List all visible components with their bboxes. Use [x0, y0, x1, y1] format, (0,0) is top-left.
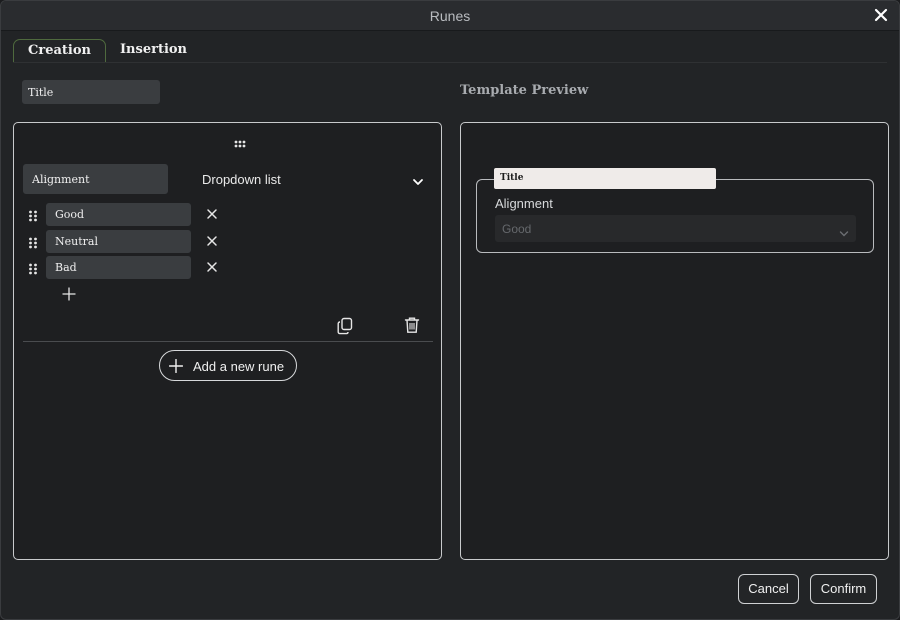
plus-icon [168, 358, 184, 374]
template-preview-panel: Title Alignment Good [460, 122, 889, 560]
option-row [28, 256, 228, 279]
drag-handle-icon[interactable] [234, 140, 246, 148]
window-title: Runes [429, 8, 471, 24]
rune-type-select[interactable]: Dropdown list [197, 164, 429, 194]
close-icon[interactable] [871, 5, 891, 25]
option-input-bad[interactable] [46, 256, 191, 279]
confirm-button[interactable]: Confirm [810, 574, 877, 604]
add-rune-button[interactable]: Add a new rune [159, 350, 297, 381]
preview-dropdown[interactable]: Good [495, 215, 856, 242]
template-preview-heading: Template Preview [460, 83, 589, 98]
preview-fieldset: Title Alignment Good [476, 168, 874, 253]
grip-dots-icon[interactable] [28, 236, 38, 249]
grip-dots-icon[interactable] [28, 262, 38, 275]
preview-dropdown-value: Good [502, 222, 532, 236]
grip-dots-icon[interactable] [28, 209, 38, 222]
add-rune-label: Add a new rune [193, 359, 285, 374]
add-option-icon[interactable] [62, 287, 76, 301]
tab-divider [13, 62, 887, 63]
remove-option-icon[interactable] [205, 260, 219, 274]
option-input-good[interactable] [46, 203, 191, 226]
rune-name-input[interactable] [23, 164, 168, 194]
title-bar: Runes [1, 1, 899, 31]
option-input-neutral[interactable] [46, 230, 191, 253]
remove-option-icon[interactable] [205, 234, 219, 248]
rune-editor-panel: Dropdown list [13, 122, 442, 560]
option-row [28, 203, 228, 226]
rune-divider [23, 341, 433, 342]
chevron-down-icon [839, 225, 849, 237]
remove-option-icon[interactable] [205, 207, 219, 221]
runes-dialog: Runes Creation Insertion Template Previe… [0, 0, 900, 620]
rune-type-value: Dropdown list [202, 172, 281, 187]
preview-title: Title [494, 168, 716, 189]
template-title-input[interactable] [22, 80, 160, 104]
trash-icon[interactable] [404, 316, 420, 334]
cancel-button[interactable]: Cancel [738, 574, 799, 604]
preview-field-label: Alignment [495, 196, 553, 211]
tab-creation[interactable]: Creation [13, 39, 106, 63]
copy-icon[interactable] [337, 317, 353, 335]
chevron-down-icon [412, 174, 424, 185]
tab-bar: Creation Insertion [13, 39, 201, 63]
option-row [28, 230, 228, 253]
tab-insertion[interactable]: Insertion [106, 39, 201, 63]
